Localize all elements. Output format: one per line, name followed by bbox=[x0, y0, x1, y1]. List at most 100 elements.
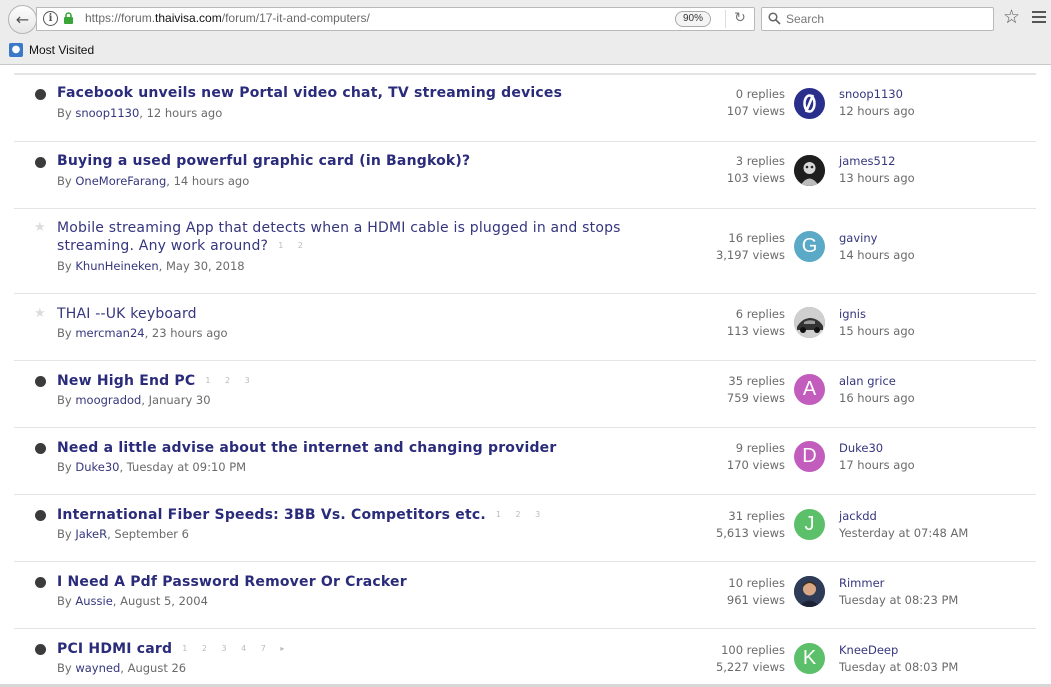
last-post-time[interactable]: 14 hours ago bbox=[839, 247, 915, 264]
page-links[interactable]: 1 2 bbox=[278, 241, 309, 250]
topic-title-link[interactable]: Facebook unveils new Portal video chat, … bbox=[57, 84, 562, 102]
page-links[interactable]: 1 2 3 bbox=[496, 510, 546, 519]
avatar[interactable] bbox=[794, 307, 825, 338]
last-post-info: Duke30 17 hours ago bbox=[839, 440, 915, 474]
avatar[interactable] bbox=[794, 576, 825, 607]
topic-author-link[interactable]: OneMoreFarang bbox=[75, 174, 166, 188]
last-post-info: snoop1130 12 hours ago bbox=[839, 86, 915, 120]
topic-stats: 0 replies 107 views bbox=[727, 86, 785, 120]
topic-title-link[interactable]: Buying a used powerful graphic card (in … bbox=[57, 152, 470, 170]
topic-date: , August 5, 2004 bbox=[112, 594, 208, 608]
unread-dot-icon bbox=[35, 510, 46, 521]
last-poster-link[interactable]: jackdd bbox=[839, 508, 968, 525]
topic-row: ★ Mobile streaming App that detects when… bbox=[14, 208, 1036, 294]
topic-date: , Tuesday at 09:10 PM bbox=[119, 460, 247, 474]
search-placeholder: Search bbox=[786, 12, 825, 26]
reply-count: 16 replies bbox=[728, 231, 785, 245]
last-post-time[interactable]: Tuesday at 08:03 PM bbox=[839, 659, 958, 676]
last-post-time[interactable]: Yesterday at 07:48 AM bbox=[839, 525, 968, 542]
reply-count: 3 replies bbox=[735, 154, 785, 168]
last-poster-link[interactable]: alan grice bbox=[839, 373, 915, 390]
topic-title-link[interactable]: Need a little advise about the internet … bbox=[57, 439, 556, 457]
last-poster-link[interactable]: ignis bbox=[839, 306, 915, 323]
avatar[interactable] bbox=[794, 155, 825, 186]
topic-date: , May 30, 2018 bbox=[158, 259, 245, 273]
topic-title: New High End PC bbox=[57, 373, 196, 389]
star-icon: ★ bbox=[34, 220, 46, 235]
last-post-info: Rimmer Tuesday at 08:23 PM bbox=[839, 575, 958, 609]
topic-title-link[interactable]: New High End PC 1 2 3 bbox=[57, 372, 256, 392]
page-links[interactable]: 1 2 3 4 7 ▸ bbox=[182, 644, 290, 653]
last-post-time[interactable]: 17 hours ago bbox=[839, 457, 915, 474]
avatar-letter: K bbox=[802, 647, 817, 669]
topic-author-link[interactable]: mercman24 bbox=[75, 326, 144, 340]
last-post-time[interactable]: 12 hours ago bbox=[839, 103, 915, 120]
avatar[interactable]: G bbox=[794, 231, 825, 262]
unread-dot-icon bbox=[35, 443, 46, 454]
bookmark-star-icon[interactable]: ☆ bbox=[1003, 7, 1020, 27]
hamburger-menu-icon[interactable] bbox=[1032, 11, 1046, 26]
view-count: 107 views bbox=[726, 104, 785, 118]
by-prefix: By bbox=[57, 594, 76, 608]
topic-row: New High End PC 1 2 3 By moogradod, Janua… bbox=[14, 360, 1036, 428]
topic-title-link[interactable]: PCI HDMI card 1 2 3 4 7 ▸ bbox=[57, 640, 290, 660]
topic-byline: By Duke30, Tuesday at 09:10 PM bbox=[57, 460, 246, 474]
unread-dot-icon bbox=[35, 577, 46, 588]
avatar-letter: D bbox=[802, 445, 817, 467]
topic-title-link[interactable]: Mobile streaming App that detects when a… bbox=[57, 219, 621, 237]
last-post-time[interactable]: Tuesday at 08:23 PM bbox=[839, 592, 958, 609]
topic-byline: By KhunHeineken, May 30, 2018 bbox=[57, 259, 245, 273]
topic-author-link[interactable]: Aussie bbox=[75, 594, 112, 608]
last-poster-link[interactable]: Rimmer bbox=[839, 575, 958, 592]
topic-author-link[interactable]: Duke30 bbox=[75, 460, 119, 474]
topic-title-link[interactable]: International Fiber Speeds: 3BB Vs. Comp… bbox=[57, 506, 546, 526]
star-icon: ★ bbox=[34, 306, 46, 321]
reply-count: 0 replies bbox=[735, 87, 785, 101]
search-input[interactable]: Search bbox=[761, 7, 994, 31]
zoom-level[interactable]: 90% bbox=[675, 11, 711, 27]
last-poster-link[interactable]: snoop1130 bbox=[839, 86, 915, 103]
address-bar[interactable]: i https://forum.thaivisa.com/forum/17-it… bbox=[36, 7, 755, 31]
back-arrow-icon[interactable]: ← bbox=[8, 5, 37, 34]
topic-byline: By Aussie, August 5, 2004 bbox=[57, 594, 208, 608]
avatar-car-icon bbox=[794, 307, 825, 338]
last-post-time[interactable]: 15 hours ago bbox=[839, 323, 915, 340]
topic-row: Buying a used powerful graphic card (in … bbox=[14, 141, 1036, 209]
topic-author-link[interactable]: JakeR bbox=[75, 527, 107, 541]
avatar-photo-icon bbox=[794, 576, 825, 607]
view-count: 113 views bbox=[726, 324, 785, 338]
reply-count: 31 replies bbox=[728, 509, 785, 523]
page-links[interactable]: 1 2 3 bbox=[205, 376, 255, 385]
last-poster-link[interactable]: KneeDeep bbox=[839, 642, 958, 659]
last-poster-link[interactable]: gaviny bbox=[839, 230, 915, 247]
last-poster-link[interactable]: Duke30 bbox=[839, 440, 915, 457]
topic-author-link[interactable]: snoop1130 bbox=[75, 106, 139, 120]
avatar[interactable]: D bbox=[794, 441, 825, 472]
reload-icon[interactable]: ↻ bbox=[731, 9, 749, 27]
avatar-letter: J bbox=[804, 513, 815, 535]
topic-date: , 14 hours ago bbox=[166, 174, 250, 188]
avatar[interactable]: J bbox=[794, 509, 825, 540]
topic-author-link[interactable]: moogradod bbox=[75, 393, 141, 407]
topic-author-link[interactable]: wayned bbox=[75, 661, 120, 675]
avatar[interactable]: A bbox=[794, 374, 825, 405]
topic-title-link[interactable]: I Need A Pdf Password Remover Or Cracker bbox=[57, 573, 407, 591]
topic-title: International Fiber Speeds: 3BB Vs. Comp… bbox=[57, 507, 486, 523]
last-poster-link[interactable]: james512 bbox=[839, 153, 915, 170]
last-post-time[interactable]: 13 hours ago bbox=[839, 170, 915, 187]
url-text[interactable]: https://forum.thaivisa.com/forum/17-it-a… bbox=[85, 11, 370, 25]
topic-title-cont: streaming. Any work around? bbox=[57, 238, 269, 254]
topic-title-link-cont[interactable]: streaming. Any work around? 1 2 bbox=[57, 237, 309, 257]
topic-byline: By mercman24, 23 hours ago bbox=[57, 326, 228, 340]
by-prefix: By bbox=[57, 661, 76, 675]
last-post-time[interactable]: 16 hours ago bbox=[839, 390, 915, 407]
topic-title-link[interactable]: THAI --UK keyboard bbox=[57, 305, 197, 323]
topic-author-link[interactable]: KhunHeineken bbox=[75, 259, 158, 273]
info-icon[interactable]: i bbox=[43, 11, 58, 26]
by-prefix: By bbox=[57, 527, 76, 541]
topic-stats: 6 replies 113 views bbox=[727, 306, 785, 340]
avatar[interactable] bbox=[794, 88, 825, 119]
topic-title: THAI --UK keyboard bbox=[57, 306, 197, 322]
most-visited-bookmark[interactable]: Most Visited bbox=[29, 43, 94, 57]
avatar[interactable]: K bbox=[794, 643, 825, 674]
